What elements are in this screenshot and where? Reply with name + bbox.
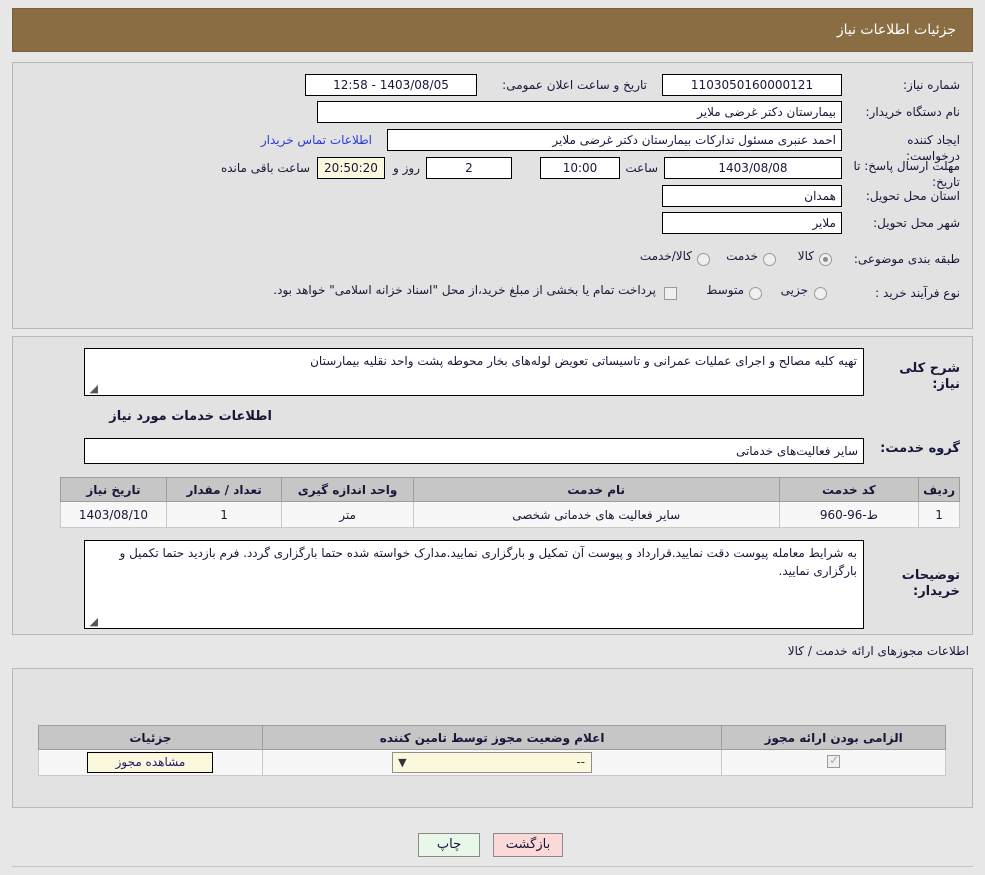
cell-service-name: سایر فعالیت های خدماتی شخصی [412,501,780,528]
service-items-table: ردیف کد خدمت نام خدمت واحد اندازه گیری ت… [60,477,960,528]
remaining-days-field[interactable]: 2 [426,157,512,179]
delivery-city-field[interactable]: ملایر [662,212,842,234]
permits-row: ▼ -- مشاهده مجوز [38,749,946,776]
delivery-province-field[interactable]: همدان [662,185,842,207]
need-summary-text: تهیه کلیه مصالح و اجرای عملیات عمرانی و … [310,354,857,368]
announcement-datetime-field[interactable]: 1403/08/05 - 12:58 [305,74,477,96]
cell-unit: متر [281,501,414,528]
cell-quantity: 1 [165,501,283,528]
th-row-no: ردیف [918,477,960,502]
buyer-org-field[interactable]: بیمارستان دکتر غرضی ملایر [317,101,842,123]
radio-category-kala-khedmat-label: کالا/خدمت [639,249,692,263]
permits-panel: الزامی بودن ارائه مجوز اعلام وضعیت مجوز … [12,668,973,808]
service-group-field[interactable]: سایر فعالیت‌های خدماتی [84,438,864,464]
remaining-time-label: ساعت باقی مانده [220,161,310,175]
th-quantity: تعداد / مقدار [165,477,283,502]
service-group-label: گروه خدمت: [880,441,960,456]
th-permit-status: اعلام وضعیت مجوز توسط تامین کننده [261,725,723,750]
permits-section-caption: اطلاعات مجوزهای ارائه خدمت / کالا [787,644,969,658]
deadline-time-field[interactable]: 10:00 [540,157,620,179]
remaining-time-field: 20:50:20 [317,157,385,179]
footer-divider [12,866,973,867]
table-row: 1 ط-96-960 سایر فعالیت های خدماتی شخصی م… [60,501,960,528]
announcement-label: تاریخ و ساعت اعلان عمومی: [502,78,647,92]
buyer-notes-label: توضیحات خریدار: [901,568,960,599]
cell-permit-status: ▼ -- [261,749,723,776]
buyer-org-label: نام دستگاه خریدار: [865,105,961,119]
days-label: روز و [393,161,420,175]
cell-service-code: ط-96-960 [778,501,920,528]
radio-category-khedmat[interactable] [763,253,776,266]
purchase-process-label: نوع فرآیند خرید : [875,286,960,300]
radio-category-kala-khedmat[interactable] [697,253,710,266]
th-permit-required: الزامی بودن ارائه مجوز [721,725,946,750]
th-need-date: تاریخ نیاز [60,477,167,502]
buyer-notes-textarea[interactable]: به شرایط معامله پیوست دقت نمایید.قرارداد… [84,540,864,629]
radio-category-kala-label: کالا [797,249,814,263]
radio-process-motevaset-label: متوسط [706,283,744,297]
permit-required-checkbox [827,753,841,768]
radio-category-khedmat-label: خدمت [726,249,758,263]
treasury-bonds-label: پرداخت تمام یا بخشی از مبلغ خرید،از محل … [273,283,656,297]
cell-row-no: 1 [918,501,960,528]
deadline-date-field[interactable]: 1403/08/08 [664,157,842,179]
delivery-province-label: استان محل تحویل: [865,189,960,203]
permit-status-value: -- [576,755,586,769]
cell-permit-required [721,749,946,776]
services-info-title: اطلاعات خدمات مورد نیاز [109,409,272,424]
permits-table: الزامی بودن ارائه مجوز اعلام وضعیت مجوز … [38,725,946,776]
page-root: AriaTender.net جزئیات اطلاعات نیاز شماره… [0,0,985,875]
request-creator-field[interactable]: احمد عنبری مسئول تدارکات بیمارستان دکتر … [387,129,842,151]
resize-grip-icon[interactable]: ◢ [88,616,98,627]
cell-need-date: 1403/08/10 [60,501,167,528]
response-deadline-label: مهلت ارسال پاسخ: تا تاریخ: [853,159,960,189]
radio-category-kala[interactable] [819,253,832,266]
need-number-label: شماره نیاز: [903,78,960,92]
need-summary-textarea[interactable]: تهیه کلیه مصالح و اجرای عملیات عمرانی و … [84,348,864,396]
page-title: جزئیات اطلاعات نیاز [836,22,956,38]
radio-process-motevaset[interactable] [749,287,762,300]
buyer-notes-text: به شرایط معامله پیوست دقت نمایید.قرارداد… [119,546,857,578]
th-service-name: نام خدمت [412,477,780,502]
cell-permit-details: مشاهده مجوز [38,749,263,776]
description-panel: شرح کلی نیاز: تهیه کلیه مصالح و اجرای عم… [12,336,973,635]
th-permit-details: جزئیات [38,725,263,750]
need-summary-label: شرح کلی نیاز: [899,361,960,392]
resize-grip-icon[interactable]: ◢ [88,383,98,394]
delivery-city-label: شهر محل تحویل: [873,216,960,230]
treasury-bonds-checkbox[interactable] [664,287,677,300]
radio-process-jozei[interactable] [814,287,827,300]
print-button[interactable]: چاپ [418,833,480,857]
hour-label: ساعت [625,161,658,175]
th-unit: واحد اندازه گیری [281,477,414,502]
chevron-down-icon: ▼ [398,756,407,769]
back-button[interactable]: بازگشت [493,833,563,857]
need-number-field[interactable]: 1103050160000121 [662,74,842,96]
radio-process-jozei-label: جزیی [780,283,808,297]
subject-category-label: طبقه بندی موضوعی: [853,252,960,266]
page-header-bar: جزئیات اطلاعات نیاز [12,8,973,52]
view-permit-button[interactable]: مشاهده مجوز [87,752,214,773]
th-service-code: کد خدمت [778,477,920,502]
permit-status-dropdown[interactable]: ▼ -- [392,752,593,773]
buyer-contact-link[interactable]: اطلاعات تماس خریدار [261,129,372,151]
table-header-row: ردیف کد خدمت نام خدمت واحد اندازه گیری ت… [60,477,960,502]
permits-header-row: الزامی بودن ارائه مجوز اعلام وضعیت مجوز … [38,725,946,750]
need-info-panel: شماره نیاز: 1103050160000121 تاریخ و ساع… [12,62,973,329]
